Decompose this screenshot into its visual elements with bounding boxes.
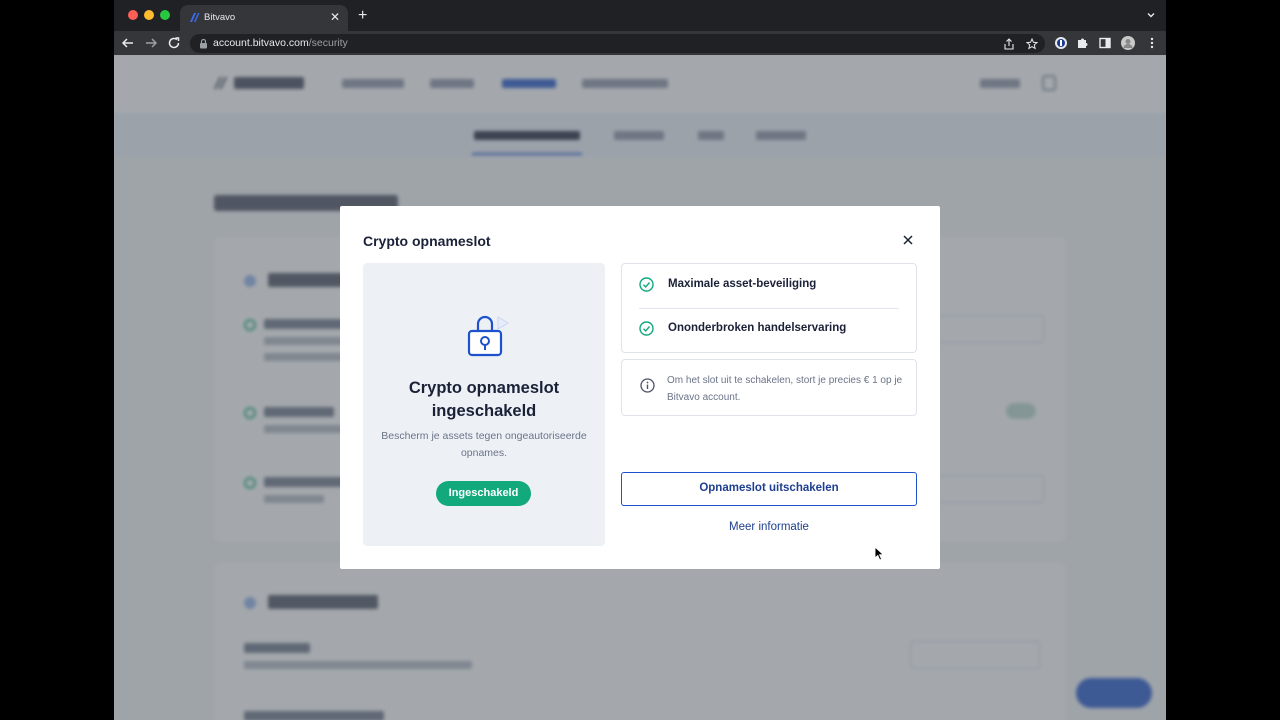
- info-text: Om het slot uit te schakelen, stort je p…: [667, 375, 903, 403]
- web-page: Crypto opnameslot Crypto opnameslot inge…: [114, 55, 1166, 720]
- star-icon[interactable]: [1026, 38, 1038, 50]
- divider: [639, 308, 899, 309]
- panel-title: Crypto opnameslot ingeschakeld: [408, 379, 560, 420]
- modal-title: Crypto opnameslot: [363, 233, 491, 249]
- new-tab-icon[interactable]: +: [358, 7, 367, 25]
- reload-icon[interactable]: [166, 35, 182, 51]
- minimize-window-button[interactable]: [144, 10, 154, 20]
- tab-close-icon[interactable]: ✕: [330, 10, 340, 24]
- tab-title: Bitvavo: [204, 12, 236, 23]
- crypto-withdrawal-lock-modal: Crypto opnameslot Crypto opnameslot inge…: [340, 206, 940, 569]
- status-badge: Ingeschakeld: [436, 481, 531, 506]
- lock-status-panel: Crypto opnameslot ingeschakeld Bescherm …: [363, 263, 605, 546]
- lock-icon: [200, 38, 207, 49]
- extension-icon[interactable]: [1054, 36, 1068, 50]
- more-info-link[interactable]: Meer informatie: [621, 521, 917, 533]
- forward-icon[interactable]: [143, 35, 159, 51]
- panel-description: Bescherm je assets tegen ongeautoriseerd…: [381, 430, 587, 459]
- tab-strip: Bitvavo ✕ +: [114, 0, 1166, 31]
- check-circle-icon: [639, 321, 654, 336]
- puzzle-icon[interactable]: [1076, 36, 1090, 50]
- share-icon[interactable]: [1003, 38, 1015, 50]
- browser-window: Bitvavo ✕ + account.bitvavo.com/security: [114, 0, 1166, 720]
- bitvavo-favicon-icon: [190, 13, 200, 22]
- maximize-window-button[interactable]: [160, 10, 170, 20]
- mouse-cursor-icon: [874, 546, 885, 561]
- sidebar-icon[interactable]: [1098, 36, 1112, 50]
- info-notice: Om het slot uit te schakelen, stort je p…: [621, 359, 917, 416]
- feature-label: Maximale asset-beveiliging: [668, 278, 817, 290]
- browser-toolbar: account.bitvavo.com/security: [114, 31, 1166, 55]
- chevron-down-icon[interactable]: [1146, 10, 1156, 20]
- padlock-icon: [467, 315, 509, 357]
- check-circle-icon: [639, 277, 654, 292]
- info-icon: [640, 378, 655, 393]
- disable-lock-button[interactable]: Opnameslot uitschakelen: [621, 472, 917, 506]
- feature-item: Ononderbroken handelservaring: [639, 320, 899, 338]
- features-list: Maximale asset-beveiliging Ononderbroken…: [621, 263, 917, 353]
- address-bar[interactable]: account.bitvavo.com/security: [190, 34, 1045, 53]
- menu-icon[interactable]: [1145, 36, 1159, 50]
- profile-icon[interactable]: [1121, 36, 1135, 50]
- close-window-button[interactable]: [128, 10, 138, 20]
- url-text: account.bitvavo.com/security: [213, 37, 348, 49]
- feature-label: Ononderbroken handelservaring: [668, 322, 847, 334]
- browser-tab[interactable]: Bitvavo ✕: [180, 5, 348, 31]
- back-icon[interactable]: [120, 35, 136, 51]
- feature-item: Maximale asset-beveiliging: [639, 276, 899, 294]
- close-icon[interactable]: [902, 234, 914, 246]
